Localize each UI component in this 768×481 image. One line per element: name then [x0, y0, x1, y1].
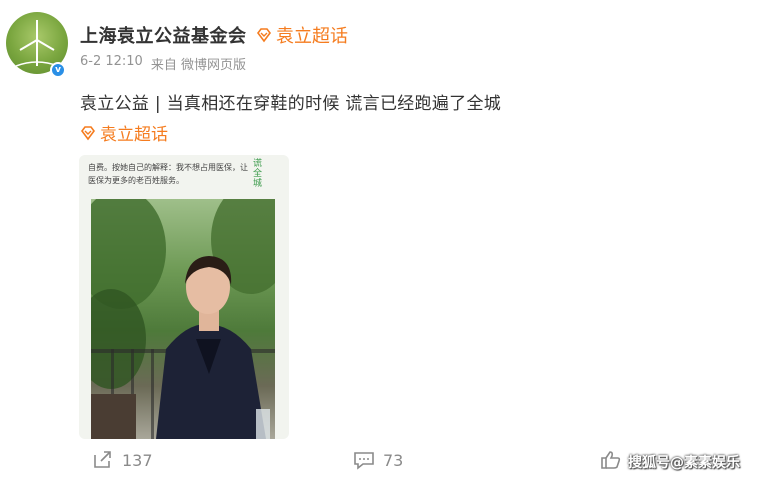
post-source: 来自 微博网页版	[150, 58, 246, 73]
comment-button[interactable]: 73	[353, 450, 403, 470]
comment-count: 73	[383, 450, 404, 470]
topic-link-label: 袁立超话	[100, 125, 168, 145]
diamond-icon	[257, 28, 271, 43]
watermark: 搜狐号@素素娱乐	[628, 455, 740, 471]
repost-icon	[94, 451, 111, 468]
post-time[interactable]: 6-2 12:10	[80, 54, 143, 73]
header-topic-link[interactable]: 袁立超话	[256, 22, 348, 48]
verified-badge-icon: v	[50, 62, 66, 78]
like-button[interactable]	[600, 450, 622, 470]
repost-button[interactable]: 137	[92, 450, 153, 470]
post-image[interactable]: 自费。按她自己的解释：我不想占用医保，让医保为更多的老百姓服务。 谎全城	[79, 155, 289, 439]
photo-illustration	[91, 199, 275, 439]
repost-count: 137	[122, 450, 153, 470]
diamond-icon	[81, 125, 95, 140]
image-caption: 自费。按她自己的解释：我不想占用医保，让医保为更多的老百姓服务。	[88, 163, 248, 185]
header-topic-label: 袁立超话	[276, 26, 348, 47]
like-icon	[601, 451, 621, 469]
author-name[interactable]: 上海袁立公益基金会	[80, 22, 247, 48]
portrait-photo	[91, 199, 275, 439]
comment-icon	[354, 452, 374, 470]
post-meta: 6-2 12:10 来自 微博网页版	[80, 54, 246, 73]
image-vertical-text: 谎全城	[253, 159, 263, 189]
post-text: 袁立公益 | 当真相还在穿鞋的时候 谎言已经跑遍了全城	[80, 94, 502, 114]
topic-link[interactable]: 袁立超话	[80, 120, 168, 145]
